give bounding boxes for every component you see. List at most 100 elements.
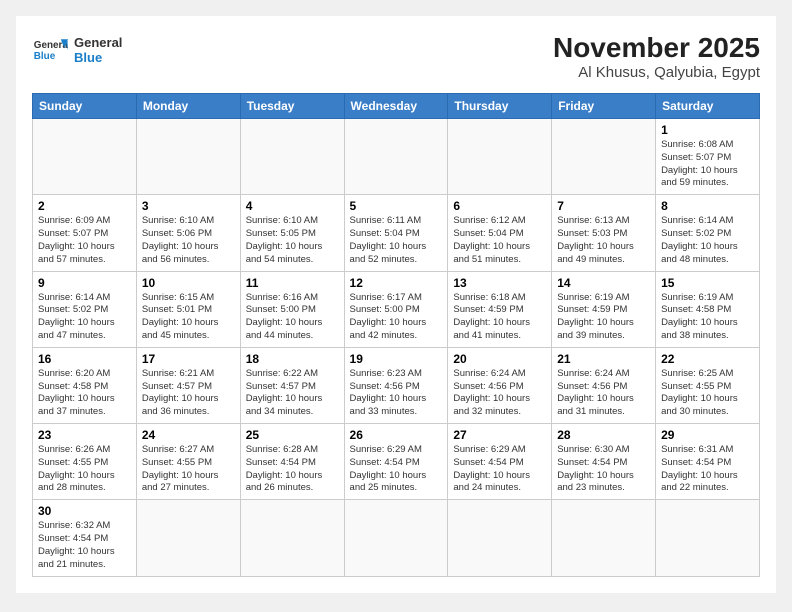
day-info: Sunrise: 6:29 AMSunset: 4:54 PMDaylight:… xyxy=(453,444,546,495)
header-cell-monday: Monday xyxy=(136,94,240,119)
day-cell: 2 Sunrise: 6:09 AMSunset: 5:07 PMDaylight… xyxy=(33,195,137,271)
day-cell: 12Sunrise: 6:17 AMSunset: 5:00 PMDayligh… xyxy=(344,271,448,347)
day-cell: 8 Sunrise: 6:14 AMSunset: 5:02 PMDaylight… xyxy=(656,195,760,271)
day-number: 26 xyxy=(350,428,443,442)
day-cell xyxy=(448,119,552,195)
day-info: Sunrise: 6:29 AMSunset: 4:54 PMDaylight:… xyxy=(350,444,443,495)
header-cell-thursday: Thursday xyxy=(448,94,552,119)
day-cell: 9 Sunrise: 6:14 AMSunset: 5:02 PMDaylight… xyxy=(33,271,137,347)
week-row-4: 16 Sunrise: 6:20 AMSunset: 4:58 PMDayligh… xyxy=(33,347,760,423)
day-number: 12 xyxy=(350,276,443,290)
day-info: Sunrise: 6:15 AMSunset: 5:01 PMDaylight:… xyxy=(142,292,235,343)
day-info: Sunrise: 6:13 AMSunset: 5:03 PMDaylight:… xyxy=(557,215,650,266)
day-cell xyxy=(240,500,344,576)
day-cell xyxy=(344,119,448,195)
day-info: Sunrise: 6:19 AMSunset: 4:58 PMDaylight:… xyxy=(661,292,754,343)
header-cell-saturday: Saturday xyxy=(656,94,760,119)
calendar-page: General Blue General Blue November 2025 … xyxy=(16,16,776,593)
day-number: 18 xyxy=(246,352,339,366)
day-info: Sunrise: 6:30 AMSunset: 4:54 PMDaylight:… xyxy=(557,444,650,495)
week-row-2: 2 Sunrise: 6:09 AMSunset: 5:07 PMDaylight… xyxy=(33,195,760,271)
day-cell xyxy=(344,500,448,576)
day-cell: 18 Sunrise: 6:22 AMSunset: 4:57 PMDayligh… xyxy=(240,347,344,423)
day-info: Sunrise: 6:10 AMSunset: 5:06 PMDaylight:… xyxy=(142,215,235,266)
day-number: 5 xyxy=(350,199,443,213)
day-cell: 26 Sunrise: 6:29 AMSunset: 4:54 PMDayligh… xyxy=(344,424,448,500)
day-number: 10 xyxy=(142,276,235,290)
day-info: Sunrise: 6:23 AMSunset: 4:56 PMDaylight:… xyxy=(350,368,443,419)
day-number: 7 xyxy=(557,199,650,213)
day-number: 19 xyxy=(350,352,443,366)
day-number: 1 xyxy=(661,123,754,137)
week-row-5: 23 Sunrise: 6:26 AMSunset: 4:55 PMDayligh… xyxy=(33,424,760,500)
day-cell xyxy=(240,119,344,195)
week-row-3: 9 Sunrise: 6:14 AMSunset: 5:02 PMDaylight… xyxy=(33,271,760,347)
day-info: Sunrise: 6:14 AMSunset: 5:02 PMDaylight:… xyxy=(661,215,754,266)
day-cell: 5 Sunrise: 6:11 AMSunset: 5:04 PMDaylight… xyxy=(344,195,448,271)
logo-general: General xyxy=(74,35,122,50)
day-info: Sunrise: 6:31 AMSunset: 4:54 PMDaylight:… xyxy=(661,444,754,495)
day-info: Sunrise: 6:27 AMSunset: 4:55 PMDaylight:… xyxy=(142,444,235,495)
day-cell xyxy=(33,119,137,195)
day-cell: 13Sunrise: 6:18 AMSunset: 4:59 PMDayligh… xyxy=(448,271,552,347)
day-number: 16 xyxy=(38,352,131,366)
day-info: Sunrise: 6:20 AMSunset: 4:58 PMDaylight:… xyxy=(38,368,131,419)
day-number: 8 xyxy=(661,199,754,213)
day-number: 9 xyxy=(38,276,131,290)
logo-blue: Blue xyxy=(74,50,122,65)
day-number: 4 xyxy=(246,199,339,213)
day-info: Sunrise: 6:12 AMSunset: 5:04 PMDaylight:… xyxy=(453,215,546,266)
day-number: 6 xyxy=(453,199,546,213)
logo: General Blue General Blue xyxy=(32,32,122,68)
day-cell xyxy=(552,500,656,576)
day-cell xyxy=(656,500,760,576)
header-cell-wednesday: Wednesday xyxy=(344,94,448,119)
day-cell: 17 Sunrise: 6:21 AMSunset: 4:57 PMDayligh… xyxy=(136,347,240,423)
day-info: Sunrise: 6:26 AMSunset: 4:55 PMDaylight:… xyxy=(38,444,131,495)
day-cell: 11Sunrise: 6:16 AMSunset: 5:00 PMDayligh… xyxy=(240,271,344,347)
day-number: 30 xyxy=(38,504,131,518)
day-info: Sunrise: 6:08 AMSunset: 5:07 PMDaylight:… xyxy=(661,139,754,190)
day-cell xyxy=(136,500,240,576)
day-number: 22 xyxy=(661,352,754,366)
day-number: 3 xyxy=(142,199,235,213)
svg-text:Blue: Blue xyxy=(34,51,56,62)
day-cell xyxy=(136,119,240,195)
day-cell: 27Sunrise: 6:29 AMSunset: 4:54 PMDayligh… xyxy=(448,424,552,500)
day-cell: 14Sunrise: 6:19 AMSunset: 4:59 PMDayligh… xyxy=(552,271,656,347)
day-cell: 3 Sunrise: 6:10 AMSunset: 5:06 PMDaylight… xyxy=(136,195,240,271)
day-info: Sunrise: 6:21 AMSunset: 4:57 PMDaylight:… xyxy=(142,368,235,419)
day-number: 28 xyxy=(557,428,650,442)
day-info: Sunrise: 6:10 AMSunset: 5:05 PMDaylight:… xyxy=(246,215,339,266)
day-info: Sunrise: 6:32 AMSunset: 4:54 PMDaylight:… xyxy=(38,520,131,571)
day-info: Sunrise: 6:24 AMSunset: 4:56 PMDaylight:… xyxy=(557,368,650,419)
day-info: Sunrise: 6:22 AMSunset: 4:57 PMDaylight:… xyxy=(246,368,339,419)
day-info: Sunrise: 6:14 AMSunset: 5:02 PMDaylight:… xyxy=(38,292,131,343)
day-info: Sunrise: 6:25 AMSunset: 4:55 PMDaylight:… xyxy=(661,368,754,419)
day-cell: 28 Sunrise: 6:30 AMSunset: 4:54 PMDayligh… xyxy=(552,424,656,500)
day-info: Sunrise: 6:11 AMSunset: 5:04 PMDaylight:… xyxy=(350,215,443,266)
day-info: Sunrise: 6:09 AMSunset: 5:07 PMDaylight:… xyxy=(38,215,131,266)
header-cell-sunday: Sunday xyxy=(33,94,137,119)
day-number: 23 xyxy=(38,428,131,442)
day-cell: 21 Sunrise: 6:24 AMSunset: 4:56 PMDayligh… xyxy=(552,347,656,423)
day-number: 29 xyxy=(661,428,754,442)
day-cell: 6 Sunrise: 6:12 AMSunset: 5:04 PMDaylight… xyxy=(448,195,552,271)
day-cell: 29 Sunrise: 6:31 AMSunset: 4:54 PMDayligh… xyxy=(656,424,760,500)
week-row-1: 1 Sunrise: 6:08 AMSunset: 5:07 PMDaylight… xyxy=(33,119,760,195)
day-number: 17 xyxy=(142,352,235,366)
day-cell: 4 Sunrise: 6:10 AMSunset: 5:05 PMDaylight… xyxy=(240,195,344,271)
day-cell: 23 Sunrise: 6:26 AMSunset: 4:55 PMDayligh… xyxy=(33,424,137,500)
day-cell: 7 Sunrise: 6:13 AMSunset: 5:03 PMDaylight… xyxy=(552,195,656,271)
day-cell: 10 Sunrise: 6:15 AMSunset: 5:01 PMDayligh… xyxy=(136,271,240,347)
day-cell: 20Sunrise: 6:24 AMSunset: 4:56 PMDayligh… xyxy=(448,347,552,423)
day-cell: 15Sunrise: 6:19 AMSunset: 4:58 PMDayligh… xyxy=(656,271,760,347)
header-cell-tuesday: Tuesday xyxy=(240,94,344,119)
day-cell: 19 Sunrise: 6:23 AMSunset: 4:56 PMDayligh… xyxy=(344,347,448,423)
day-cell: 24Sunrise: 6:27 AMSunset: 4:55 PMDayligh… xyxy=(136,424,240,500)
day-cell xyxy=(552,119,656,195)
day-number: 20 xyxy=(453,352,546,366)
day-number: 21 xyxy=(557,352,650,366)
day-number: 2 xyxy=(38,199,131,213)
day-cell: 16 Sunrise: 6:20 AMSunset: 4:58 PMDayligh… xyxy=(33,347,137,423)
